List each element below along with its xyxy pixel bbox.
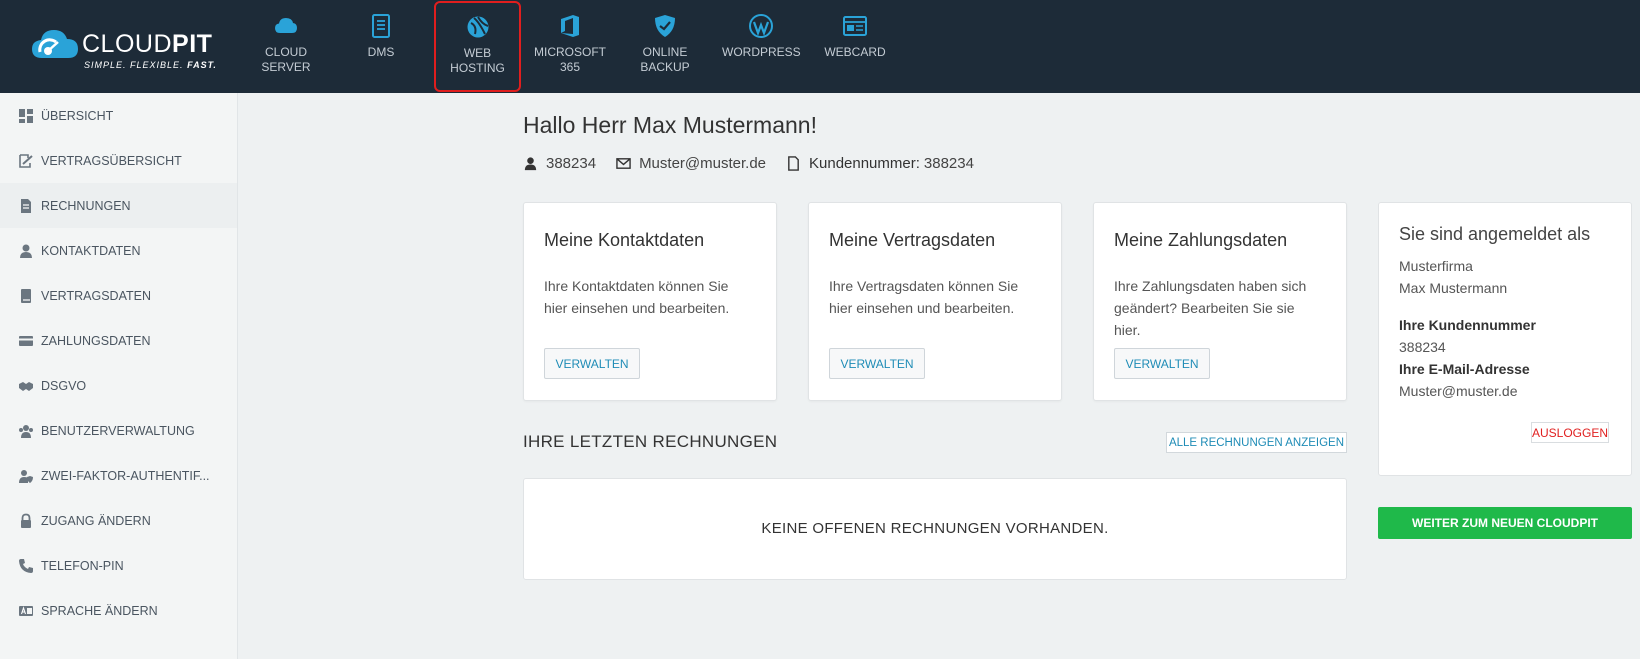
login-name: Max Mustermann	[1399, 280, 1508, 296]
signature-icon	[19, 153, 33, 168]
office-icon	[561, 15, 579, 37]
file-icon	[788, 156, 799, 171]
card-description: Ihre Kontaktdaten können Sie hier einseh…	[544, 278, 730, 316]
invoice-icon	[21, 198, 31, 213]
nav-online-backup[interactable]: ONLINE BACKUP	[630, 0, 700, 93]
card-zahlungsdaten: Meine Zahlungsdaten Ihre Zahlungsdaten h…	[1093, 202, 1347, 401]
wordpress-icon	[749, 14, 773, 38]
meta-user-id: 388234	[523, 155, 596, 172]
sidebar-item-label: BENUTZERVERWALTUNG	[41, 423, 195, 438]
top-navigation-bar: CLOUDPIT SIMPLE. FLEXIBLE. FAST. CLOUD SE…	[0, 0, 1640, 93]
sidebar-item-label: RECHNUNGEN	[41, 198, 131, 213]
card-title: Meine Vertragsdaten	[829, 230, 996, 250]
card-description: Ihre Vertragsdaten können Sie hier einse…	[829, 278, 1019, 316]
sidebar-item-telefon-pin[interactable]: TELEFON-PIN	[0, 543, 237, 588]
sidebar-item-label: KONTAKTDATEN	[41, 243, 141, 258]
webcard-icon	[843, 16, 867, 36]
sidebar-item-zahlungsdaten[interactable]: ZAHLUNGSDATEN	[0, 318, 237, 363]
login-customer-number: 388234	[1399, 339, 1446, 355]
meta-email: Muster@muster.de	[616, 155, 766, 172]
nav-microsoft-365[interactable]: MICROSOFT 365	[524, 0, 616, 93]
logo-wordmark: CLOUDPIT	[82, 30, 213, 58]
cloudpit-logo[interactable]: CLOUDPIT SIMPLE. FLEXIBLE. FAST.	[30, 22, 230, 72]
login-company: Musterfirma	[1399, 258, 1473, 274]
sidebar-item-label: ZUGANG ÄNDERN	[41, 513, 151, 528]
sidebar-item-sprache-aendern[interactable]: SPRACHE ÄNDERN	[0, 588, 237, 633]
handshake-icon	[19, 381, 33, 391]
invoices-section-title: IHRE LETZTEN RECHNUNGEN	[523, 432, 778, 451]
sidebar-item-label: VERTRAGSÜBERSICHT	[41, 153, 182, 168]
sidebar-item-vertragsuebersicht[interactable]: VERTRAGSÜBERSICHT	[0, 138, 237, 183]
logged-in-card: Sie sind angemeldet als Musterfirma Max …	[1378, 202, 1632, 476]
empty-message: KEINE OFFENEN RECHNUNGEN VORHANDEN.	[761, 520, 1109, 537]
nav-cloud-server[interactable]: CLOUD SERVER	[251, 0, 321, 93]
user-shield-icon	[19, 469, 33, 483]
nav-webcard[interactable]: WEBCARD	[820, 0, 890, 93]
sidebar-item-benutzerverwaltung[interactable]: BENUTZERVERWALTUNG	[0, 408, 237, 453]
nav-dms[interactable]: DMS	[348, 0, 414, 93]
envelope-icon	[616, 158, 631, 169]
globe-icon	[467, 16, 488, 38]
logout-button[interactable]: AUSLOGGEN	[1531, 422, 1609, 443]
sidebar-item-uebersicht[interactable]: ÜBERSICHT	[0, 93, 237, 138]
sidebar-item-label: ZWEI-FAKTOR-AUTHENTIF...	[41, 468, 210, 483]
card-title: Meine Zahlungsdaten	[1114, 230, 1288, 250]
nav-web-hosting[interactable]: WEB HOSTING	[434, 1, 521, 92]
login-email-label: Ihre E-Mail-Adresse	[1399, 361, 1530, 377]
sidebar-item-label: VERTRAGSDATEN	[41, 288, 151, 303]
login-customer-label: Ihre Kundennummer	[1399, 317, 1536, 333]
nav-wordpress[interactable]: WORDPRESS	[722, 0, 801, 93]
sidebar-item-zugang-aendern[interactable]: ZUGANG ÄNDERN	[0, 498, 237, 543]
document-icon	[372, 14, 390, 38]
sidebar-item-label: TELEFON-PIN	[41, 558, 124, 573]
credit-card-icon	[19, 335, 33, 346]
card-title: Meine Kontaktdaten	[544, 230, 705, 250]
sidebar-item-label: SPRACHE ÄNDERN	[41, 603, 158, 618]
dashboard-icon	[19, 108, 33, 123]
card-vertragsdaten: Meine Vertragsdaten Ihre Vertragsdaten k…	[808, 202, 1062, 401]
sidebar-item-label: ZAHLUNGSDATEN	[41, 333, 151, 348]
show-all-invoices-button[interactable]: ALLE RECHNUNGEN ANZEIGEN	[1166, 432, 1347, 453]
lock-icon	[21, 513, 31, 528]
cloud-logo-icon	[32, 30, 78, 58]
sidebar-item-zwei-faktor[interactable]: ZWEI-FAKTOR-AUTHENTIF...	[0, 453, 237, 498]
user-icon	[20, 244, 32, 258]
page-title: Hallo Herr Max Mustermann!	[523, 112, 817, 138]
phone-icon	[19, 558, 33, 573]
meta-customer-number: Kundennummer: 388234	[786, 155, 974, 172]
sidebar-item-label: ÜBERSICHT	[41, 108, 114, 123]
language-icon	[19, 605, 33, 616]
account-meta: 388234 Muster@muster.de Kundennummer: 38…	[523, 155, 994, 172]
card-description: Ihre Zahlungsdaten haben sich geändert? …	[1114, 278, 1307, 338]
invoices-empty-state: KEINE OFFENEN RECHNUNGEN VORHANDEN.	[523, 478, 1347, 580]
verwalten-zahlungsdaten-button[interactable]: VERWALTEN	[1114, 348, 1210, 379]
shield-icon	[655, 15, 675, 37]
users-icon	[19, 424, 33, 438]
user-icon	[524, 157, 537, 171]
cloud-icon	[275, 18, 297, 33]
sidebar: ÜBERSICHT VERTRAGSÜBERSICHT RECHNUNGEN K…	[0, 93, 238, 659]
login-card-title: Sie sind angemeldet als	[1399, 224, 1591, 244]
verwalten-vertragsdaten-button[interactable]: VERWALTEN	[829, 348, 925, 379]
verwalten-kontaktdaten-button[interactable]: VERWALTEN	[544, 348, 640, 379]
sidebar-item-vertragsdaten[interactable]: VERTRAGSDATEN	[0, 273, 237, 318]
sidebar-item-kontaktdaten[interactable]: KONTAKTDATEN	[0, 228, 237, 273]
login-email: Muster@muster.de	[1399, 383, 1518, 399]
sidebar-item-label: DSGVO	[41, 378, 87, 393]
sidebar-item-rechnungen[interactable]: RECHNUNGEN	[0, 183, 237, 228]
sidebar-item-dsgvo[interactable]: DSGVO	[0, 363, 237, 408]
logo-tagline: SIMPLE. FLEXIBLE. FAST.	[84, 60, 217, 70]
card-kontaktdaten: Meine Kontaktdaten Ihre Kontaktdaten kön…	[523, 202, 777, 401]
book-icon	[21, 288, 31, 303]
new-cloudpit-button[interactable]: WEITER ZUM NEUEN CLOUDPIT	[1378, 507, 1632, 539]
